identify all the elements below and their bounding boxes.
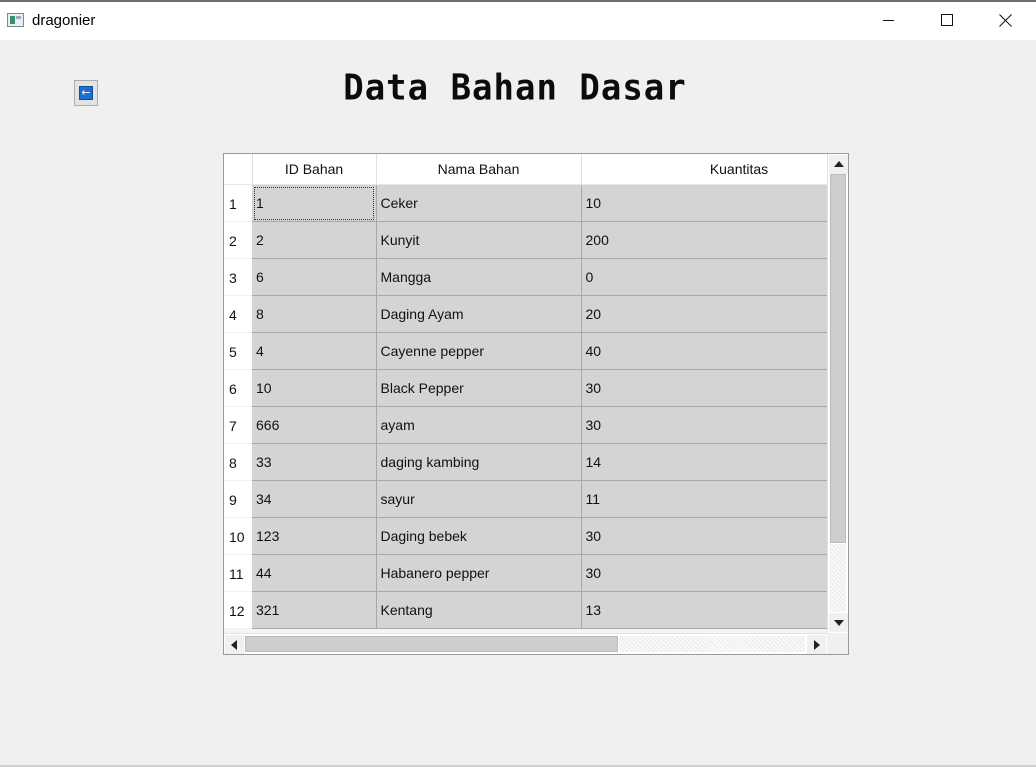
cell-nama-bahan[interactable]: Black Pepper: [376, 369, 582, 407]
cell-id-bahan[interactable]: 6: [252, 258, 377, 296]
cell-nama-bahan[interactable]: Daging bebek: [376, 517, 582, 555]
cell-nama-bahan[interactable]: daging kambing: [376, 443, 582, 481]
row-header[interactable]: 8: [224, 443, 252, 481]
close-icon: [999, 14, 1012, 27]
cell-nama-bahan[interactable]: Daging Ayam: [376, 295, 582, 333]
arrow-down-icon: [834, 620, 844, 626]
column-header-id-bahan[interactable]: ID Bahan: [252, 154, 377, 185]
cell-kuantitas[interactable]: 200: [581, 221, 828, 259]
row-header[interactable]: 1: [224, 184, 252, 222]
cell-id-bahan[interactable]: 33: [252, 443, 377, 481]
close-button[interactable]: [977, 2, 1035, 40]
scrollbar-corner: [827, 633, 848, 654]
arrow-left-icon: [231, 640, 237, 650]
cell-id-bahan[interactable]: 34: [252, 480, 377, 518]
row-header[interactable]: 4: [224, 295, 252, 333]
corner-header[interactable]: [224, 154, 253, 185]
table-row[interactable]: 8 33 daging kambing 14: [224, 443, 828, 481]
cell-kuantitas[interactable]: 30: [581, 517, 828, 555]
minimize-icon: [883, 20, 894, 21]
cell-kuantitas[interactable]: 30: [581, 369, 828, 407]
cell-kuantitas[interactable]: 20: [581, 295, 828, 333]
cell-kuantitas[interactable]: 40: [581, 332, 828, 370]
cell-nama-bahan[interactable]: Kentang: [376, 591, 582, 629]
table-row[interactable]: 2 2 Kunyit 200: [224, 221, 828, 259]
cell-kuantitas[interactable]: 10: [581, 184, 828, 222]
cell-id-bahan[interactable]: 44: [252, 554, 377, 592]
table-row[interactable]: 3 6 Mangga 0: [224, 258, 828, 296]
row-header[interactable]: 12: [224, 591, 252, 629]
cell-kuantitas[interactable]: 30: [581, 554, 828, 592]
ingredients-table[interactable]: ID Bahan Nama Bahan Kuantitas 1 1 Ceker 10 2…: [223, 153, 849, 655]
table-row[interactable]: 9 34 sayur 11: [224, 480, 828, 518]
maximize-icon: [941, 14, 953, 26]
vertical-scroll-thumb[interactable]: [830, 174, 846, 543]
row-header[interactable]: 9: [224, 480, 252, 518]
table-row[interactable]: 1 1 Ceker 10: [224, 184, 828, 222]
row-header[interactable]: 10: [224, 517, 252, 555]
cell-nama-bahan[interactable]: Mangga: [376, 258, 582, 296]
row-header[interactable]: 7: [224, 406, 252, 444]
minimize-button[interactable]: [860, 2, 918, 40]
cell-nama-bahan[interactable]: Habanero pepper: [376, 554, 582, 592]
arrow-right-icon: [814, 640, 820, 650]
horizontal-scroll-thumb[interactable]: [245, 636, 618, 652]
window-title: dragonier: [32, 12, 96, 29]
cell-nama-bahan[interactable]: Ceker: [376, 184, 582, 222]
row-header[interactable]: 2: [224, 221, 252, 259]
page-title: Data Bahan Dasar: [343, 67, 687, 109]
table-grid: ID Bahan Nama Bahan Kuantitas 1 1 Ceker 10 2…: [224, 154, 828, 629]
cell-kuantitas[interactable]: 0: [581, 258, 828, 296]
table-row[interactable]: 11 44 Habanero pepper 30: [224, 554, 828, 592]
cell-nama-bahan[interactable]: sayur: [376, 480, 582, 518]
cell-kuantitas[interactable]: 14: [581, 443, 828, 481]
cell-id-bahan[interactable]: 666: [252, 406, 377, 444]
table-row[interactable]: 6 10 Black Pepper 30: [224, 369, 828, 407]
cell-id-bahan[interactable]: 4: [252, 332, 377, 370]
window-titlebar[interactable]: dragonier: [0, 2, 1036, 40]
cell-nama-bahan[interactable]: Cayenne pepper: [376, 332, 582, 370]
cell-kuantitas[interactable]: 11: [581, 480, 828, 518]
scroll-down-button[interactable]: [829, 613, 848, 632]
table-row[interactable]: 12 321 Kentang 13: [224, 591, 828, 629]
cell-nama-bahan[interactable]: Kunyit: [376, 221, 582, 259]
scroll-left-button[interactable]: [225, 635, 244, 654]
column-header-kuantitas[interactable]: Kuantitas: [581, 154, 828, 185]
table-body: 1 1 Ceker 10 2 2 Kunyit 200 3 6 Mangga 0 4 8 Daging Ay…: [224, 184, 828, 629]
row-header[interactable]: 6: [224, 369, 252, 407]
table-row[interactable]: 5 4 Cayenne pepper 40: [224, 332, 828, 370]
table-header-row: ID Bahan Nama Bahan Kuantitas: [224, 154, 828, 185]
table-row[interactable]: 10 123 Daging bebek 30: [224, 517, 828, 555]
back-button[interactable]: ←: [74, 80, 98, 106]
maximize-button[interactable]: [918, 2, 976, 40]
cell-id-bahan[interactable]: 123: [252, 517, 377, 555]
cell-kuantitas[interactable]: 13: [581, 591, 828, 629]
vertical-scroll-track[interactable]: [830, 544, 846, 612]
column-header-nama-bahan[interactable]: Nama Bahan: [376, 154, 582, 185]
vertical-scrollbar[interactable]: [827, 154, 848, 633]
table-row[interactable]: 4 8 Daging Ayam 20: [224, 295, 828, 333]
horizontal-scroll-track[interactable]: [619, 636, 805, 652]
back-arrow-icon: ←: [79, 86, 93, 100]
scroll-up-button[interactable]: [829, 155, 848, 174]
cell-kuantitas[interactable]: 30: [581, 406, 828, 444]
cell-id-bahan[interactable]: 8: [252, 295, 377, 333]
cell-nama-bahan[interactable]: ayam: [376, 406, 582, 444]
cell-id-bahan[interactable]: 2: [252, 221, 377, 259]
row-header[interactable]: 5: [224, 332, 252, 370]
horizontal-scrollbar[interactable]: [224, 633, 827, 654]
app-icon: [7, 13, 24, 27]
scroll-right-button[interactable]: [807, 635, 826, 654]
cell-id-bahan[interactable]: 321: [252, 591, 377, 629]
row-header[interactable]: 11: [224, 554, 252, 592]
arrow-up-icon: [834, 161, 844, 167]
cell-id-bahan[interactable]: 1: [252, 184, 377, 222]
cell-id-bahan[interactable]: 10: [252, 369, 377, 407]
row-header[interactable]: 3: [224, 258, 252, 296]
table-row[interactable]: 7 666 ayam 30: [224, 406, 828, 444]
